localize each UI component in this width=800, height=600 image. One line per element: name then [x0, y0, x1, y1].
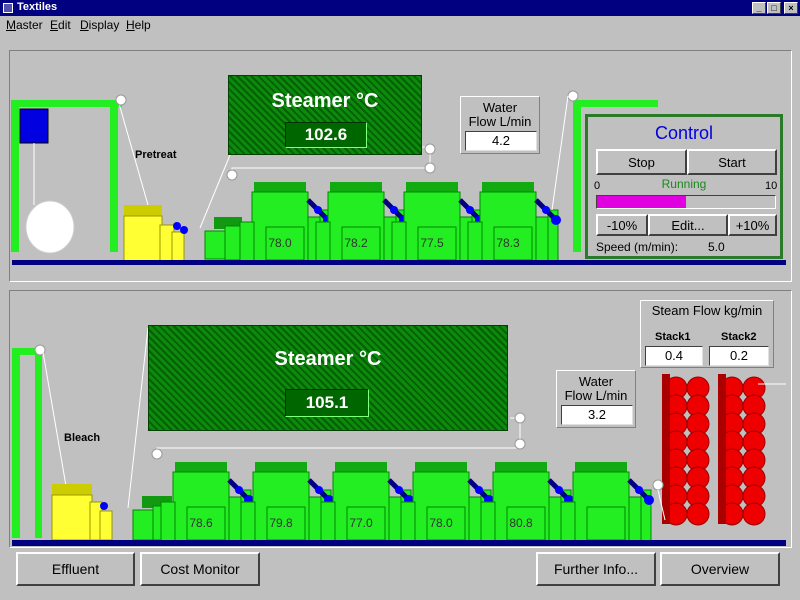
pretreat-tanks — [239, 182, 561, 263]
tank-icon — [400, 462, 494, 543]
tank-temperature: 77.0 — [349, 516, 373, 530]
bleach-steamer-panel: Steamer °C 105.1 — [148, 325, 508, 431]
tank-temperature: 80.8 — [509, 516, 533, 530]
bleach-label: Bleach — [64, 432, 101, 444]
steamer-title: Steamer °C — [274, 348, 382, 370]
water-flow-value: 4.2 — [465, 131, 537, 151]
further-info-button[interactable]: Further Info... — [536, 552, 656, 586]
speed-label: Speed (m/min): — [596, 240, 679, 254]
control-title: Control — [654, 123, 714, 143]
steam-stacks-icon — [662, 374, 766, 526]
dye-tank-icon — [19, 108, 49, 144]
pretreat-label: Pretreat — [135, 149, 177, 161]
decrease-speed-button[interactable]: -10% — [596, 214, 648, 236]
bleach-tanks — [160, 462, 654, 543]
tank-temperature: 78.2 — [344, 236, 368, 250]
water-flow-title-line2: Flow L/min — [564, 388, 628, 403]
stop-button[interactable]: Stop — [596, 149, 687, 175]
tank-icon — [480, 462, 574, 543]
tank-temperature: 78.0 — [429, 516, 453, 530]
pretreat-conveyor — [12, 260, 786, 265]
status-text: Running — [661, 177, 707, 191]
stack2-label: Stack2 — [721, 331, 757, 343]
pretreat-machine-icon — [123, 205, 188, 263]
bleach-conveyor — [12, 540, 786, 546]
tank-temperature: 78.6 — [189, 516, 213, 530]
steamer-temperature: 102.6 — [285, 122, 367, 148]
fabric-roll-icon — [25, 200, 75, 254]
tank-temperature: 77.5 — [420, 236, 444, 250]
overview-button[interactable]: Overview — [660, 552, 780, 586]
pretreat-wash-icon — [204, 217, 244, 261]
stack2-value: 0.2 — [709, 346, 769, 366]
steam-flow-box: Steam Flow kg/min Stack1 Stack2 0.4 0.2 — [640, 300, 774, 368]
start-button[interactable]: Start — [687, 149, 777, 175]
effluent-button[interactable]: Effluent — [16, 552, 135, 586]
tank-icon — [320, 462, 414, 543]
edit-speed-button[interactable]: Edit... — [648, 214, 728, 236]
speed-bar — [596, 195, 776, 209]
tank-temperature: 78.3 — [496, 236, 520, 250]
water-flow-value: 3.2 — [561, 405, 633, 425]
increase-speed-button[interactable]: +10% — [728, 214, 777, 236]
water-flow-title-line2: Flow L/min — [468, 114, 532, 129]
stack1-value: 0.4 — [645, 346, 703, 366]
steamer-temperature: 105.1 — [285, 389, 369, 417]
tank-icon — [160, 462, 254, 543]
cost-monitor-button[interactable]: Cost Monitor — [140, 552, 260, 586]
pretreat-water-flow-box: Water Flow L/min 4.2 — [460, 96, 540, 154]
control-panel: Control Stop Start 0 10 Running -10% Edi… — [585, 114, 783, 259]
tank-temperature: 79.8 — [269, 516, 293, 530]
water-flow-title-line1: Water — [578, 374, 614, 389]
speed-bar-fill — [597, 196, 686, 208]
bleach-machine-icon — [51, 484, 113, 541]
speed-value: 5.0 — [708, 240, 725, 254]
tank-icon — [240, 462, 334, 543]
water-flow-title-line1: Water — [482, 100, 518, 115]
steam-flow-title: Steam Flow kg/min — [651, 303, 763, 318]
stack1-label: Stack1 — [655, 331, 691, 343]
pretreat-steamer-panel: Steamer °C 102.6 — [228, 75, 422, 155]
tank-icon — [467, 182, 561, 263]
tank-icon — [560, 462, 654, 543]
steamer-title: Steamer °C — [271, 90, 379, 112]
bleach-water-flow-box: Water Flow L/min 3.2 — [556, 370, 636, 428]
tank-temperature: 78.0 — [268, 236, 292, 250]
